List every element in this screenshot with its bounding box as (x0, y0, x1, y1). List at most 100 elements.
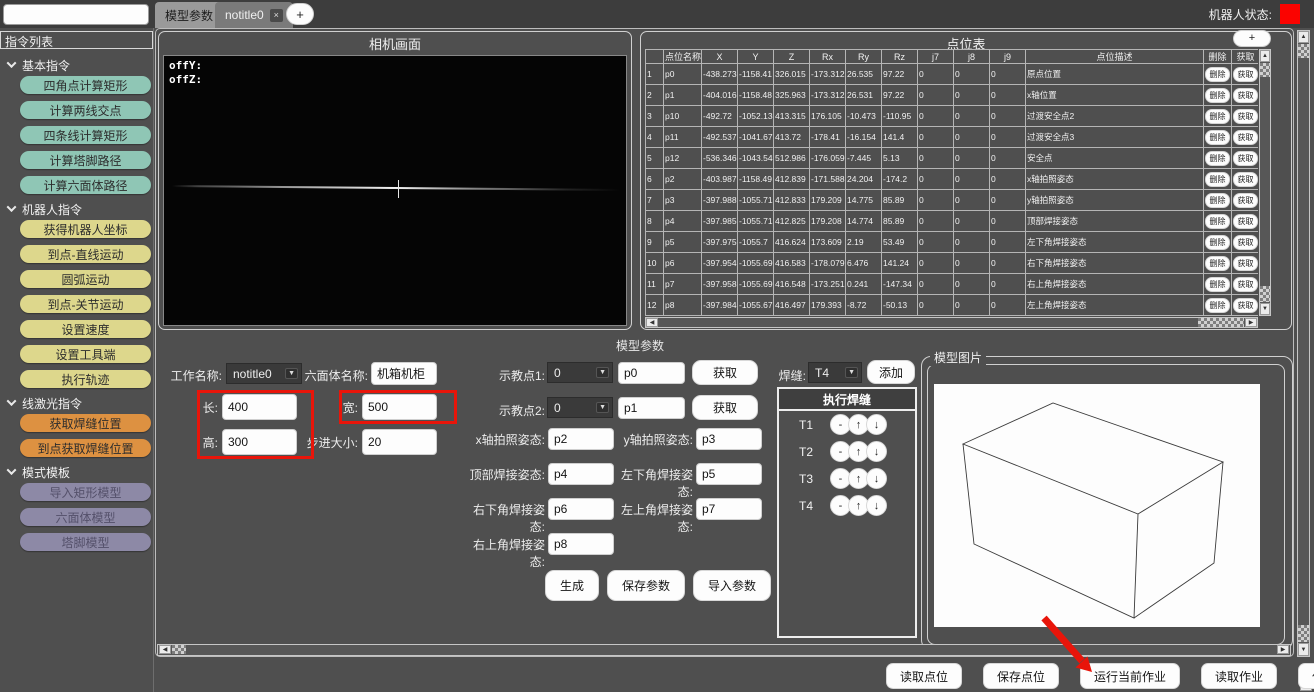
command-button[interactable]: 圆弧运动 (20, 270, 151, 288)
tab-model-params[interactable]: 模型参数 (155, 2, 223, 28)
get-point-button[interactable]: 获取 (1233, 67, 1258, 82)
delete-point-button[interactable]: 删除 (1205, 67, 1230, 82)
command-button[interactable]: 四角点计算矩形 (20, 76, 151, 94)
scroll-down-icon[interactable]: ▼ (1260, 303, 1270, 315)
add-point-button[interactable]: + (1233, 30, 1271, 47)
save-points-button[interactable]: 保存点位 (983, 663, 1059, 689)
command-button[interactable]: 获得机器人坐标 (20, 220, 151, 238)
teach-point1-input[interactable] (618, 362, 685, 384)
main-horizontal-scrollbar[interactable]: ◀ ▶ (157, 644, 1291, 656)
pose-input[interactable] (696, 463, 762, 485)
point-cell: 6.476 (846, 253, 882, 274)
scroll-left-icon[interactable]: ◀ (159, 645, 171, 654)
get-point-button[interactable]: 获取 (1233, 298, 1258, 313)
command-button[interactable]: 计算两线交点 (20, 101, 151, 119)
get-teach-point1-button[interactable]: 获取 (692, 360, 758, 385)
command-button[interactable]: 塔脚模型 (20, 533, 151, 551)
scroll-thumb[interactable] (172, 645, 186, 654)
command-button[interactable]: 到点-关节运动 (20, 295, 151, 313)
teach-point2-select[interactable]: 0▼ (547, 397, 613, 418)
tab-notitle0[interactable]: notitle0 × (215, 2, 293, 28)
step-input[interactable] (362, 429, 437, 455)
delete-point-button[interactable]: 删除 (1205, 214, 1230, 229)
delete-point-button[interactable]: 删除 (1205, 235, 1230, 250)
delete-point-button[interactable]: 删除 (1205, 130, 1230, 145)
close-icon[interactable]: × (270, 9, 283, 22)
command-button[interactable]: 六面体模型 (20, 508, 151, 526)
weld-select[interactable]: T4▼ (808, 362, 862, 383)
read-job-button[interactable]: 读取作业 (1201, 663, 1277, 689)
delete-point-button[interactable]: 删除 (1205, 109, 1230, 124)
get-point-button[interactable]: 获取 (1233, 88, 1258, 103)
delete-point-button[interactable]: 删除 (1205, 193, 1230, 208)
scroll-up-icon[interactable]: ▲ (1260, 50, 1270, 62)
scroll-right-icon[interactable]: ▶ (1277, 645, 1289, 654)
point-cell: 0 (918, 232, 954, 253)
get-point-button[interactable]: 获取 (1233, 193, 1258, 208)
get-point-button[interactable]: 获取 (1233, 235, 1258, 250)
delete-point-button[interactable]: 删除 (1205, 256, 1230, 271)
get-point-button[interactable]: 获取 (1233, 256, 1258, 271)
pose-input[interactable] (548, 428, 614, 450)
command-button[interactable]: 设置工具端 (20, 345, 151, 363)
get-point-button[interactable]: 获取 (1233, 109, 1258, 124)
pose-input[interactable] (548, 498, 614, 520)
generate-button[interactable]: 生成 (545, 570, 599, 601)
pose-input[interactable] (548, 533, 614, 555)
camera-view[interactable]: offY: offZ: (163, 55, 627, 326)
get-point-button[interactable]: 获取 (1233, 277, 1258, 292)
save-current-job-button[interactable]: 保存当前作业 (1298, 663, 1314, 689)
pose-input[interactable] (696, 428, 762, 450)
point-cell: 413.72 (774, 127, 810, 148)
get-teach-point2-button[interactable]: 获取 (692, 395, 758, 420)
scroll-thumb[interactable] (1298, 44, 1309, 58)
delete-point-button[interactable]: 删除 (1205, 151, 1230, 166)
move-down-button[interactable]: ↓ (866, 495, 887, 516)
add-weld-button[interactable]: 添加 (867, 360, 915, 384)
get-point-button[interactable]: 获取 (1233, 130, 1258, 145)
save-params-button[interactable]: 保存参数 (607, 570, 685, 601)
scroll-up-icon[interactable]: ▲ (1298, 31, 1309, 43)
scroll-thumb[interactable] (1260, 63, 1270, 77)
table-horizontal-scrollbar[interactable]: ◀ ▶ (645, 317, 1258, 328)
get-point-button[interactable]: 获取 (1233, 151, 1258, 166)
read-points-button[interactable]: 读取点位 (886, 663, 962, 689)
import-params-button[interactable]: 导入参数 (693, 570, 771, 601)
scroll-left-icon[interactable]: ◀ (646, 318, 658, 327)
move-down-button[interactable]: ↓ (866, 414, 887, 435)
main-vertical-scrollbar[interactable]: ▲ ▼ (1297, 30, 1310, 657)
command-button[interactable]: 到点获取焊缝位置 (20, 439, 151, 457)
command-button[interactable]: 计算塔脚路径 (20, 151, 151, 169)
delete-point-button[interactable]: 删除 (1205, 298, 1230, 313)
command-button[interactable]: 执行轨迹 (20, 370, 151, 388)
move-down-button[interactable]: ↓ (866, 441, 887, 462)
delete-point-button[interactable]: 删除 (1205, 88, 1230, 103)
command-button[interactable]: 到点-直线运动 (20, 245, 151, 263)
scroll-right-icon[interactable]: ▶ (1245, 318, 1257, 327)
pose-input[interactable] (696, 498, 762, 520)
pose-input[interactable] (548, 463, 614, 485)
scroll-thumb[interactable] (1198, 318, 1244, 327)
command-search-input[interactable] (3, 4, 149, 25)
scroll-down-icon[interactable]: ▼ (1298, 643, 1309, 656)
get-point-button[interactable]: 获取 (1233, 214, 1258, 229)
scroll-thumb[interactable] (1298, 625, 1309, 642)
delete-point-button[interactable]: 删除 (1205, 277, 1230, 292)
run-current-job-button[interactable]: 运行当前作业 (1080, 663, 1180, 689)
command-button[interactable]: 设置速度 (20, 320, 151, 338)
command-button[interactable]: 四条线计算矩形 (20, 126, 151, 144)
move-down-button[interactable]: ↓ (866, 468, 887, 489)
teach-point1-select[interactable]: 0▼ (547, 362, 613, 383)
scroll-thumb[interactable] (1260, 286, 1270, 302)
hex-name-input[interactable] (371, 362, 437, 385)
table-vertical-scrollbar[interactable]: ▲ ▼ (1259, 49, 1271, 316)
command-button[interactable]: 计算六面体路径 (20, 176, 151, 194)
chevron-down-icon (7, 396, 17, 406)
command-button[interactable]: 导入矩形模型 (20, 483, 151, 501)
delete-point-button[interactable]: 删除 (1205, 172, 1230, 187)
get-point-button[interactable]: 获取 (1233, 172, 1258, 187)
row-index: 1 (646, 64, 664, 85)
teach-point2-input[interactable] (618, 397, 685, 419)
add-tab-button[interactable]: + (286, 3, 314, 25)
command-button[interactable]: 获取焊缝位置 (20, 414, 151, 432)
